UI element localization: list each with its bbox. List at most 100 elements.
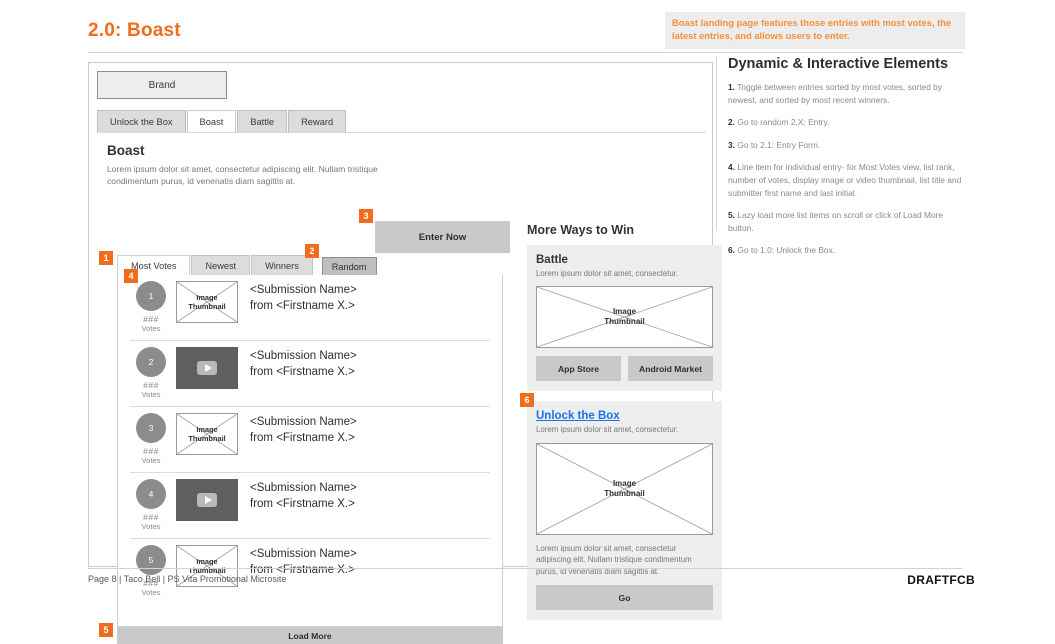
nav-tab-battle[interactable]: Battle <box>237 110 288 132</box>
spec-item-4: 4. Line item for individual entry- for M… <box>728 161 968 199</box>
table-row[interactable]: 1 ### Votes Image Thumbnail <Submission <box>124 269 490 341</box>
entry-byline: from <Firstname X.> <box>250 299 355 312</box>
spec-item-3-number: 3. <box>728 139 735 150</box>
spec-item-6-number: 6. <box>728 245 735 256</box>
rank-badge: 3 <box>136 413 166 443</box>
spec-item-2-text: Go to random 2.X: Entry. <box>737 117 830 128</box>
spec-item-5: 5. Lazy load more list items on scroll o… <box>728 209 968 234</box>
spec-panel-title: Dynamic & Interactive Elements <box>728 56 949 72</box>
entry-title: <Submission Name> <box>250 350 357 362</box>
spec-item-6: 6. Go to 1.0: Unlock the Box. <box>728 244 968 257</box>
table-row[interactable]: 3 ### Votes Image Thumbnail <Submission <box>130 407 490 473</box>
thumbnail-caption: Image Thumbnail <box>537 444 712 534</box>
battle-title: Battle <box>536 254 568 266</box>
brand-logo-box: Brand <box>97 71 227 99</box>
spec-item-5-text: Lazy load more list items on scroll or c… <box>728 210 944 233</box>
thumbnail-caption-line2: Thumbnail <box>188 434 226 443</box>
thumbnail-caption-line1: Image <box>196 292 218 302</box>
store-button-row: App Store Android Market <box>536 356 713 382</box>
load-more-button[interactable]: Load More <box>117 627 503 644</box>
section-description: Lorem ipsum dolor sit amet, consectetur … <box>107 164 378 187</box>
votes-label: Votes <box>141 522 161 531</box>
spec-item-4-number: 4. <box>728 162 735 173</box>
thumbnail-caption-line2: Thumbnail <box>188 302 226 311</box>
callout-badge-3: 3 <box>359 209 373 223</box>
entry-title: <Submission Name> <box>250 482 357 494</box>
table-row[interactable]: 2 ### Votes <Submission Name> from <Firs… <box>130 341 490 407</box>
spec-item-1-text: Toggle between entries sorted by most vo… <box>728 82 943 105</box>
entry-title: <Submission Name> <box>250 548 357 560</box>
entry-title: <Submission Name> <box>250 284 357 296</box>
entry-text: <Submission Name> from <Firstname X.> <box>250 413 357 446</box>
android-market-button[interactable]: Android Market <box>628 356 713 382</box>
spec-divider <box>716 56 717 231</box>
nav-tab-reward[interactable]: Reward <box>288 110 347 132</box>
rank-badge: 4 <box>136 479 166 509</box>
wireframe-canvas: Brand Unlock the Box Boast Battle Reward… <box>88 62 722 644</box>
play-icon <box>197 493 217 507</box>
play-icon <box>197 361 217 375</box>
thumbnail-caption: Image Thumbnail <box>177 414 237 454</box>
rank-column: 2 ### Votes <box>130 347 172 399</box>
spec-item-4-text: Line item for individual entry- for Most… <box>728 162 962 198</box>
votes-count: ### <box>143 446 159 456</box>
spec-item-6-text: Go to 1.0: Unlock the Box. <box>737 245 836 256</box>
thumbnail-caption: Image Thumbnail <box>537 287 712 347</box>
image-thumbnail[interactable]: Image Thumbnail <box>176 281 238 323</box>
votes-label: Votes <box>141 390 161 399</box>
more-ways-to-win-column: More Ways to Win Battle Lorem ipsum dolo… <box>520 223 722 630</box>
agency-logo: DRAFTFCB <box>907 573 975 587</box>
unlock-image-thumbnail[interactable]: Image Thumbnail <box>536 442 713 535</box>
main-navigation: Unlock the Box Boast Battle Reward <box>97 110 347 132</box>
callout-badge-4: 4 <box>124 269 138 283</box>
spec-item-1-number: 1. <box>728 82 735 92</box>
rank-badge: 5 <box>136 545 166 575</box>
rank-column: 4 ### Votes <box>130 479 172 531</box>
rank-column: 5 ### Votes <box>130 545 172 597</box>
votes-count: ### <box>143 314 159 324</box>
random-button[interactable]: Random <box>321 257 377 276</box>
app-store-button[interactable]: App Store <box>536 356 621 382</box>
thumbnail-caption-line1: Image <box>196 556 218 566</box>
table-row[interactable]: 5 ### Votes Image Thumbnail <Submission <box>130 539 490 605</box>
section-heading-boast: Boast <box>107 143 145 158</box>
votes-label: Votes <box>141 588 161 597</box>
unlock-the-box-link[interactable]: Unlock the Box <box>536 410 713 422</box>
nav-tab-boast[interactable]: Boast <box>186 110 237 132</box>
thumbnail-caption-line2: Thumbnail <box>604 317 645 327</box>
votes-count: ### <box>143 380 159 390</box>
entry-text: <Submission Name> from <Firstname X.> <box>250 281 357 314</box>
callout-badge-1: 1 <box>99 251 113 265</box>
entry-byline: from <Firstname X.> <box>250 497 355 510</box>
sort-tab-newest[interactable]: Newest <box>191 255 251 276</box>
callout-badge-2: 2 <box>305 244 319 258</box>
sort-tab-winners[interactable]: Winners <box>251 255 313 276</box>
callout-badge-5: 5 <box>99 623 113 637</box>
battle-description: Lorem ipsum dolor sit amet, consectetur. <box>536 269 679 278</box>
spec-item-3: 3. Go to 2.1: Entry Form. <box>728 139 968 152</box>
go-button[interactable]: Go <box>536 585 713 611</box>
enter-now-button[interactable]: Enter Now <box>375 221 510 253</box>
nav-tab-unlock-the-box[interactable]: Unlock the Box <box>97 110 186 132</box>
thumbnail-caption-line1: Image <box>612 307 637 317</box>
video-thumbnail[interactable] <box>176 479 238 521</box>
thumbnail-caption: Image Thumbnail <box>177 282 237 322</box>
table-row[interactable]: 4 ### Votes <Submission Name> from <Firs… <box>130 473 490 539</box>
video-thumbnail[interactable] <box>176 347 238 389</box>
entry-title: <Submission Name> <box>250 416 357 428</box>
thumbnail-caption-line1: Image <box>612 478 637 488</box>
sort-tabs: Most Votes Newest Winners Random <box>117 255 377 276</box>
spec-item-2: 2. Go to random 2.X: Entry. <box>728 116 968 129</box>
unlock-description: Lorem ipsum dolor sit amet, consectetur. <box>536 425 679 435</box>
battle-image-thumbnail[interactable]: Image Thumbnail <box>536 286 713 349</box>
page-title: 2.0: Boast <box>88 20 181 41</box>
unlock-the-box-promo-card: 6 Unlock the Box Lorem ipsum dolor sit a… <box>520 393 722 621</box>
spec-item-5-number: 5. <box>728 210 735 221</box>
callout-badge-6: 6 <box>520 393 534 408</box>
image-thumbnail[interactable]: Image Thumbnail <box>176 413 238 455</box>
spec-item-3-text: Go to 2.1: Entry Form. <box>737 139 821 150</box>
unlock-secondary-description: Lorem ipsum dolor sit amet, consectetur … <box>536 543 692 576</box>
entry-text: <Submission Name> from <Firstname X.> <box>250 479 357 512</box>
rank-badge: 1 <box>136 281 166 311</box>
footer-caption: Page 8 | Taco Bell | PS Vita Promotional… <box>88 574 287 584</box>
